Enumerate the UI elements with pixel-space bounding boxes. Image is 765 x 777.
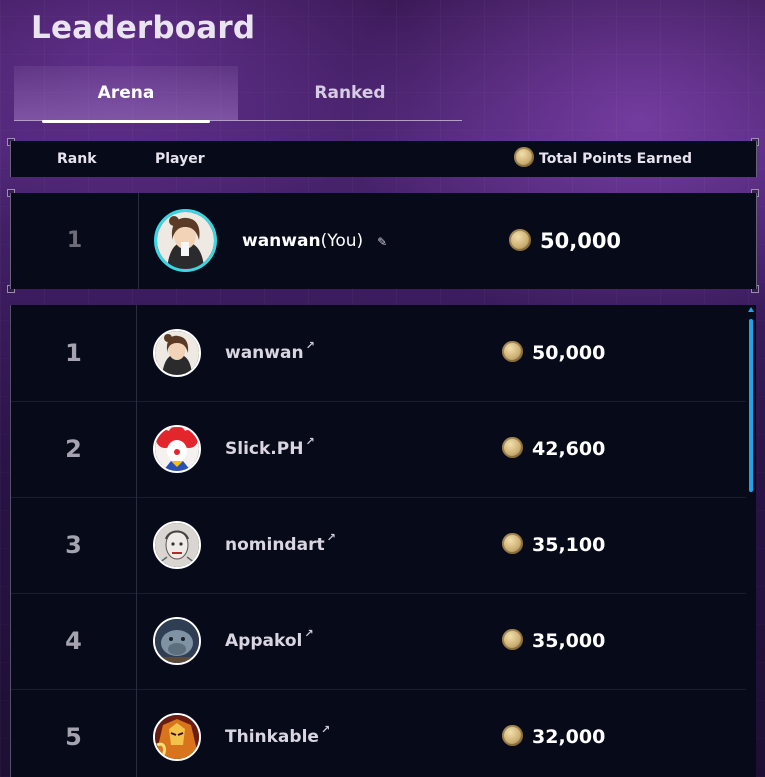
- player-name-wrap[interactable]: Slick.PH ↗: [225, 401, 315, 497]
- column-divider: [136, 593, 137, 689]
- external-link-icon[interactable]: ↗: [321, 723, 330, 736]
- column-divider: [136, 689, 137, 777]
- row-rank: 2: [65, 435, 82, 463]
- header-points: Total Points Earned: [539, 151, 693, 167]
- column-divider: [136, 305, 137, 401]
- external-link-icon[interactable]: ↗: [304, 627, 313, 640]
- table-row[interactable]: 1 wanwan ↗ 50,000: [11, 305, 746, 402]
- coin-icon: [502, 629, 523, 650]
- player-name-wrap[interactable]: nomindart ↗: [225, 497, 336, 593]
- player-name: Slick.PH: [225, 439, 304, 459]
- coin-icon: [502, 533, 523, 554]
- player-points-wrap: 50,000: [502, 305, 605, 401]
- external-link-icon[interactable]: ↗: [306, 339, 315, 352]
- player-avatar[interactable]: [153, 329, 201, 377]
- current-user-rank: 1: [66, 228, 83, 253]
- player-avatar[interactable]: [153, 617, 201, 665]
- current-user-name-wrap: wanwan(You) ✎: [242, 193, 387, 289]
- current-user-name: wanwan: [242, 231, 321, 251]
- page-title: Leaderboard: [31, 10, 256, 46]
- header-player: Player: [155, 151, 205, 167]
- column-divider: [136, 401, 137, 497]
- player-name: Thinkable: [225, 727, 319, 747]
- player-points-wrap: 32,000: [502, 689, 605, 777]
- current-user-avatar[interactable]: [154, 209, 217, 272]
- player-points: 42,600: [532, 438, 606, 460]
- player-name-wrap[interactable]: Appakol ↗: [225, 593, 314, 689]
- coin-icon: [502, 725, 523, 746]
- table-header: Rank Player Total Points Earned: [10, 141, 757, 177]
- player-points: 50,000: [532, 342, 606, 364]
- leaderboard-list: 1 wanwan ↗ 50,000 2 Slick.PH ↗ 42,600 3 …: [10, 305, 756, 777]
- player-points: 35,100: [532, 534, 606, 556]
- player-name-wrap[interactable]: Thinkable ↗: [225, 689, 330, 777]
- row-rank: 3: [65, 531, 82, 559]
- player-avatar[interactable]: [153, 713, 201, 761]
- avatar-creature-image: [155, 619, 199, 663]
- table-row[interactable]: 4 Appakol ↗ 35,000: [11, 593, 746, 690]
- coin-icon: [514, 147, 534, 167]
- avatar-sketch-image: [155, 523, 199, 567]
- player-name: wanwan: [225, 343, 304, 363]
- tab-ranked[interactable]: Ranked: [238, 66, 462, 120]
- header-points-wrap: Total Points Earned: [514, 141, 692, 177]
- player-points: 32,000: [532, 726, 606, 748]
- player-name-wrap[interactable]: wanwan ↗: [225, 305, 315, 401]
- table-row[interactable]: 2 Slick.PH ↗ 42,600: [11, 401, 746, 498]
- avatar-clown-image: [155, 427, 199, 471]
- table-row[interactable]: 5 Thinkable ↗ 32,000: [11, 689, 746, 777]
- column-divider: [138, 193, 139, 289]
- you-suffix: (You): [320, 231, 364, 251]
- avatar-anime-girl-image: [157, 212, 214, 269]
- external-link-icon[interactable]: ↗: [305, 435, 314, 448]
- row-rank: 4: [65, 627, 82, 655]
- player-name: nomindart: [225, 535, 325, 555]
- table-row[interactable]: 3 nomindart ↗ 35,100: [11, 497, 746, 594]
- row-rank: 5: [65, 723, 82, 751]
- scrollbar-thumb[interactable]: [749, 319, 753, 492]
- player-points-wrap: 42,600: [502, 401, 605, 497]
- player-name: Appakol: [225, 631, 303, 651]
- current-user-points: 50,000: [540, 229, 622, 253]
- external-link-icon[interactable]: ↗: [327, 531, 336, 544]
- tab-active-indicator: [42, 120, 210, 123]
- player-avatar[interactable]: [153, 521, 201, 569]
- coin-icon: [502, 341, 523, 362]
- avatar-anime-girl-image: [155, 331, 199, 375]
- coin-icon: [509, 229, 531, 251]
- row-rank: 1: [65, 339, 82, 367]
- coin-icon: [502, 437, 523, 458]
- tab-bar: Arena Ranked: [14, 66, 462, 123]
- avatar-hero-image: [155, 715, 199, 759]
- tab-arena[interactable]: Arena: [14, 66, 238, 120]
- header-rank: Rank: [57, 151, 97, 167]
- player-points-wrap: 35,100: [502, 497, 605, 593]
- player-points: 35,000: [532, 630, 606, 652]
- player-points-wrap: 35,000: [502, 593, 605, 689]
- column-divider: [136, 497, 137, 593]
- current-user-row: 1 wanwan(You) ✎ 50,000: [10, 193, 757, 289]
- current-user-points-wrap: 50,000: [509, 193, 621, 289]
- scroll-up-arrow-icon[interactable]: [748, 307, 754, 312]
- pencil-icon[interactable]: ✎: [377, 194, 387, 290]
- player-avatar[interactable]: [153, 425, 201, 473]
